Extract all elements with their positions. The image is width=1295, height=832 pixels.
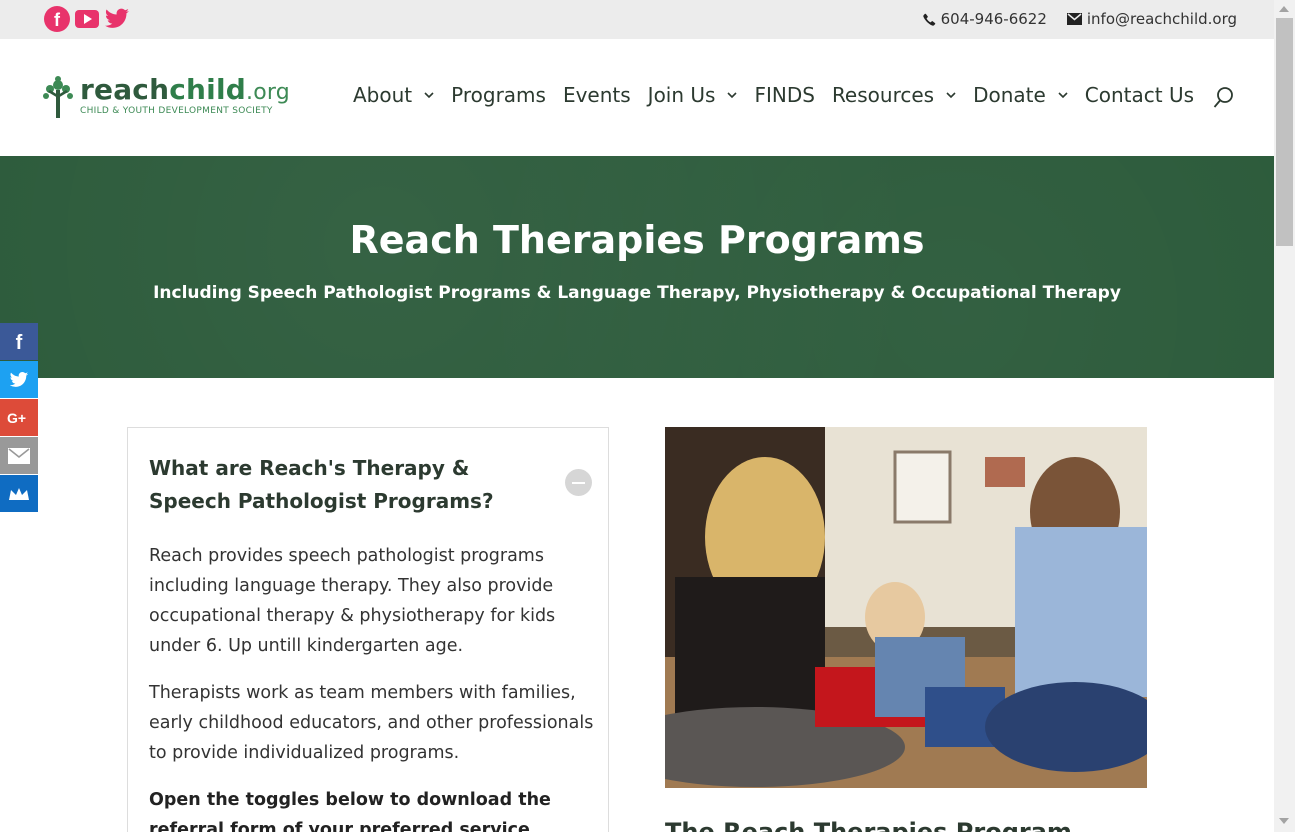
site-header: reachchild.org CHILD & YOUTH DEVELOPMENT… — [0, 39, 1274, 156]
svg-text:f: f — [16, 332, 23, 352]
therapy-info-toggle: What are Reach's Therapy & Speech Pathol… — [127, 427, 609, 832]
page-title: Reach Therapies Programs — [349, 218, 925, 262]
share-google-plus-button[interactable]: G+ — [0, 399, 38, 436]
toggle-content: Reach provides speech pathologist progra… — [149, 541, 594, 832]
phone-number: 604-946-6622 — [940, 10, 1047, 28]
logo-wordmark: reachchild.org — [80, 73, 290, 106]
top-bar: f 604-946-6622 info@reachchild.org — [0, 0, 1274, 39]
therapy-session-photo — [665, 427, 1147, 788]
google-plus-icon: G+ — [7, 410, 26, 426]
twitter-icon — [9, 371, 29, 387]
facebook-icon: f — [16, 332, 23, 352]
toggle-paragraph-3: Open the toggles below to download the r… — [149, 790, 551, 832]
sumo-crown-icon — [9, 487, 29, 500]
contact-info: 604-946-6622 info@reachchild.org — [922, 10, 1237, 28]
toggle-title[interactable]: What are Reach's Therapy & Speech Pathol… — [149, 452, 509, 518]
share-sumo-button[interactable] — [0, 475, 38, 512]
youtube-icon[interactable] — [74, 6, 100, 32]
program-section-heading: The Reach Therapies Program — [665, 818, 1072, 832]
logo-tagline: CHILD & YOUTH DEVELOPMENT SOCIETY — [80, 106, 273, 116]
nav-donate[interactable]: Donate — [973, 83, 1068, 107]
page-scrollbar[interactable] — [1274, 0, 1295, 832]
share-facebook-button[interactable]: f — [0, 323, 38, 360]
chevron-down-icon — [946, 92, 956, 99]
toggle-paragraph-2: Therapists work as team members with fam… — [149, 683, 594, 763]
main-nav: About Programs Events Join Us FINDS Reso… — [353, 83, 1194, 107]
social-links: f — [44, 6, 130, 32]
chevron-down-icon — [727, 92, 738, 99]
share-sidebar: f G+ — [0, 323, 38, 513]
svg-text:f: f — [54, 10, 61, 30]
share-email-button[interactable] — [0, 437, 38, 474]
tree-logo-icon — [43, 76, 73, 118]
nav-about[interactable]: About — [353, 83, 434, 107]
email-icon — [8, 447, 30, 464]
email-address: info@reachchild.org — [1086, 10, 1237, 28]
scroll-up-arrow-icon[interactable] — [1279, 6, 1289, 12]
scroll-down-arrow-icon[interactable] — [1279, 818, 1289, 824]
nav-contact-us[interactable]: Contact Us — [1085, 83, 1194, 107]
hero-banner: Reach Therapies Programs Including Speec… — [0, 156, 1274, 378]
share-twitter-button[interactable] — [0, 361, 38, 398]
nav-finds[interactable]: FINDS — [754, 83, 814, 107]
nav-join-us[interactable]: Join Us — [648, 83, 738, 107]
twitter-icon[interactable] — [104, 6, 130, 32]
page-subtitle: Including Speech Pathologist Programs & … — [153, 283, 1121, 303]
facebook-icon[interactable]: f — [44, 6, 70, 32]
nav-programs[interactable]: Programs — [451, 83, 546, 107]
toggle-paragraph-1: Reach provides speech pathologist progra… — [149, 546, 556, 656]
collapse-icon[interactable] — [565, 469, 592, 496]
email-link[interactable]: info@reachchild.org — [1066, 10, 1237, 28]
phone-icon — [922, 13, 935, 26]
chevron-down-icon — [424, 92, 434, 99]
search-icon[interactable] — [1213, 86, 1235, 114]
chevron-down-icon — [1058, 92, 1068, 99]
nav-resources[interactable]: Resources — [832, 83, 956, 107]
svg-text:G+: G+ — [7, 410, 26, 426]
nav-events[interactable]: Events — [563, 83, 631, 107]
scroll-thumb[interactable] — [1276, 18, 1293, 246]
site-logo[interactable]: reachchild.org CHILD & YOUTH DEVELOPMENT… — [42, 76, 290, 120]
envelope-icon — [1066, 13, 1082, 25]
phone-link[interactable]: 604-946-6622 — [922, 10, 1047, 28]
